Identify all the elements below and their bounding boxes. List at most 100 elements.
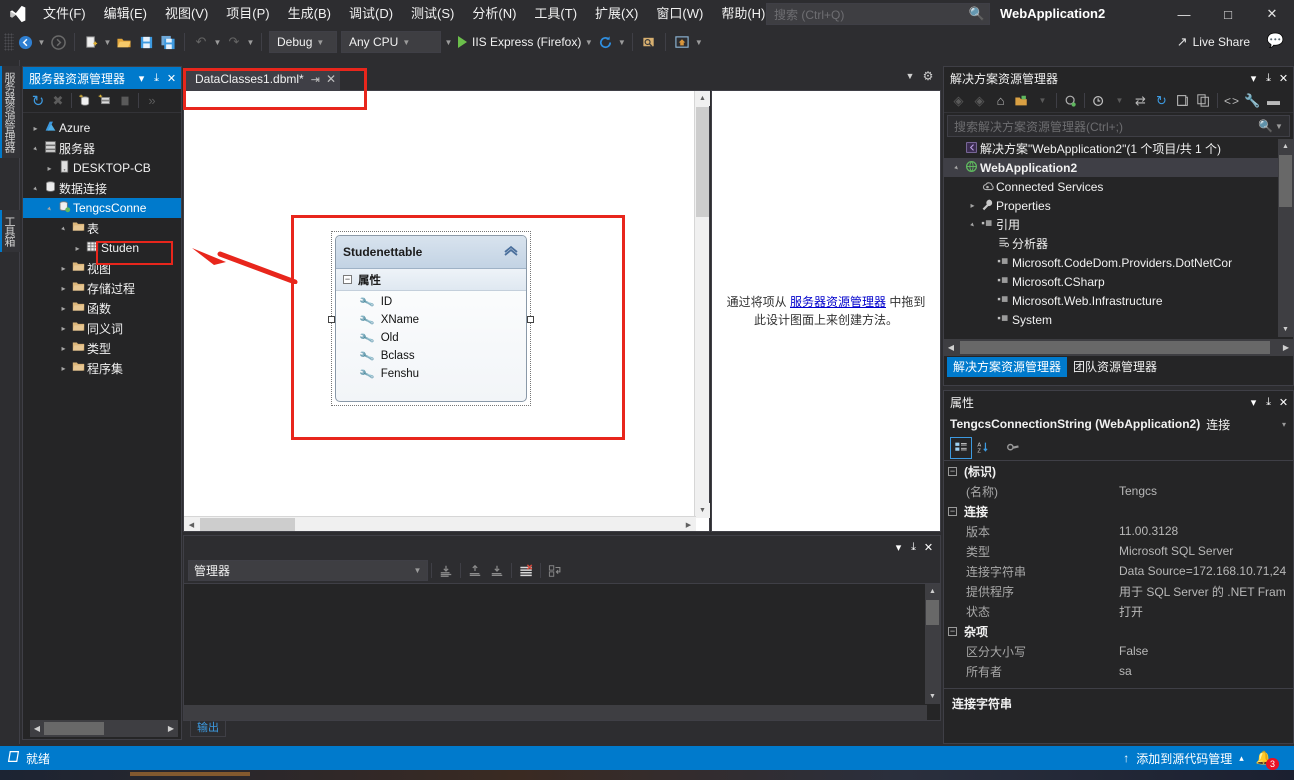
- new-item-caret[interactable]: ▼: [102, 31, 113, 53]
- property-row-1-0[interactable]: 版本11.00.3128: [944, 521, 1293, 541]
- expander-icon[interactable]: ▸: [57, 264, 70, 273]
- expander-icon[interactable]: ▸: [57, 224, 70, 233]
- scroll-up-icon[interactable]: ▲: [925, 584, 940, 599]
- close-icon[interactable]: ✕: [1276, 396, 1291, 409]
- navigate-backward-icon[interactable]: [14, 31, 36, 53]
- entity-property-row-0[interactable]: 🔧ID: [336, 293, 526, 311]
- stop-icon[interactable]: ✖: [48, 91, 68, 111]
- server-explorer-node-6[interactable]: ▸Studen: [23, 238, 181, 258]
- alphabetical-view-icon[interactable]: AZ: [972, 437, 994, 459]
- scroll-down-icon[interactable]: ▼: [1278, 322, 1293, 337]
- preview-selected-items-icon[interactable]: [1060, 90, 1081, 111]
- category-toggle-icon[interactable]: −: [948, 467, 957, 476]
- solution-explorer-hscrollbar[interactable]: ◀ ▶: [944, 339, 1293, 356]
- home-icon[interactable]: [671, 31, 693, 53]
- wrench-icon[interactable]: 🔧: [1242, 90, 1263, 111]
- vertical-tab-server-explorer[interactable]: 服务器资源管理器: [0, 66, 20, 158]
- scroll-left-icon[interactable]: ◀: [30, 724, 44, 733]
- forward-icon[interactable]: ◈: [969, 90, 990, 111]
- dash-icon[interactable]: ▬: [1263, 90, 1284, 111]
- new-item-icon[interactable]: [80, 31, 102, 53]
- expander-icon[interactable]: ▸: [57, 364, 70, 373]
- property-row-2-0[interactable]: 区分大小写False: [944, 641, 1293, 661]
- category-toggle-icon[interactable]: −: [948, 627, 957, 636]
- solution-explorer-search-input[interactable]: 搜索解决方案资源管理器(Ctrl+;) 🔍 ▼: [947, 115, 1290, 137]
- property-pages-icon[interactable]: [1002, 437, 1024, 459]
- redo-icon[interactable]: ↷: [223, 31, 245, 53]
- refresh-icon[interactable]: ↻: [1151, 90, 1172, 111]
- chevron-down-icon[interactable]: ▾: [1246, 72, 1261, 85]
- add-server-icon[interactable]: [95, 91, 115, 111]
- scroll-down-icon[interactable]: ▼: [925, 689, 940, 704]
- property-value[interactable]: 打开: [1119, 603, 1293, 620]
- property-row-1-3[interactable]: 提供程序用于 SQL Server 的 .NET Fram: [944, 581, 1293, 601]
- menu-tools[interactable]: 工具(T): [525, 2, 586, 26]
- undo-caret[interactable]: ▼: [212, 31, 223, 53]
- start-debug-caret[interactable]: ▼: [583, 31, 594, 53]
- server-explorer-node-7[interactable]: ▸视图: [23, 258, 181, 278]
- open-folder-icon[interactable]: [113, 31, 135, 53]
- scroll-thumb-h[interactable]: [960, 341, 1270, 354]
- scroll-thumb[interactable]: [926, 600, 939, 625]
- chevron-down-icon[interactable]: ▼: [901, 71, 919, 81]
- scroll-right-icon[interactable]: ▶: [1279, 343, 1293, 352]
- menu-build[interactable]: 生成(B): [279, 2, 340, 26]
- pin-icon[interactable]: ⇥: [311, 73, 320, 86]
- scroll-left-icon[interactable]: ◀: [944, 343, 958, 352]
- sync-with-active-document-icon[interactable]: ⇄: [1130, 90, 1151, 111]
- chevron-down-icon[interactable]: ▾: [134, 72, 149, 85]
- pin-icon[interactable]: ⤓: [1261, 72, 1276, 85]
- property-row-1-1[interactable]: 类型Microsoft SQL Server: [944, 541, 1293, 561]
- output-text-area[interactable]: ▲ ▼: [184, 584, 940, 720]
- server-explorer-node-12[interactable]: ▸程序集: [23, 358, 181, 378]
- settings-gear-icon[interactable]: ⚙: [919, 69, 937, 83]
- menu-extensions[interactable]: 扩展(X): [586, 2, 647, 26]
- category-toggle-icon[interactable]: −: [948, 507, 957, 516]
- expander-icon[interactable]: ▸: [57, 284, 70, 293]
- output-source-combo[interactable]: 管理器 ▼: [188, 560, 428, 581]
- properties-category-0[interactable]: −(标识): [944, 461, 1293, 481]
- property-value[interactable]: sa: [1119, 664, 1293, 678]
- scroll-right-icon[interactable]: ▶: [164, 724, 178, 733]
- solution-explorer-node-3[interactable]: ▸Properties: [944, 196, 1293, 215]
- property-value[interactable]: 11.00.3128: [1119, 524, 1293, 538]
- delete-icon[interactable]: [115, 91, 135, 111]
- properties-object-selector[interactable]: TengcsConnectionString (WebApplication2)…: [944, 413, 1293, 435]
- next-message-icon[interactable]: [486, 560, 508, 582]
- hint-link-server-explorer[interactable]: 服务器资源管理器: [790, 295, 886, 309]
- start-debug-button[interactable]: IIS Express (Firefox): [454, 31, 583, 53]
- live-share-button[interactable]: ↗ Live Share: [1177, 31, 1250, 53]
- scroll-right-icon[interactable]: ▶: [681, 517, 696, 532]
- scroll-down-icon[interactable]: ▼: [695, 503, 710, 518]
- scroll-up-icon[interactable]: ▲: [1278, 139, 1293, 154]
- chevron-down-icon-2[interactable]: ▾: [1277, 420, 1291, 429]
- properties-window-icon[interactable]: [1172, 90, 1193, 111]
- entity-section-properties[interactable]: − 属性: [336, 269, 526, 291]
- resize-handle-left[interactable]: [328, 316, 335, 323]
- close-icon[interactable]: ✕: [1250, 0, 1294, 28]
- properties-category-2[interactable]: −杂项: [944, 621, 1293, 641]
- output-hscrollbar[interactable]: [184, 705, 927, 720]
- server-explorer-node-10[interactable]: ▸同义词: [23, 318, 181, 338]
- previous-message-icon[interactable]: [464, 560, 486, 582]
- close-icon[interactable]: ✕: [1276, 72, 1291, 85]
- designer-vscrollbar[interactable]: ▲ ▼: [694, 91, 709, 518]
- menu-test[interactable]: 测试(S): [402, 2, 463, 26]
- redo-caret[interactable]: ▼: [245, 31, 256, 53]
- menu-debug[interactable]: 调试(D): [340, 2, 402, 26]
- maximize-icon[interactable]: □: [1206, 0, 1250, 28]
- pin-icon[interactable]: ⤓: [906, 541, 921, 554]
- solution-explorer-node-1[interactable]: ▸WebApplication2: [944, 158, 1293, 177]
- document-tab-dataclasses[interactable]: DataClasses1.dbml* ⇥ ✕: [186, 68, 340, 90]
- toolbar-grip[interactable]: [4, 33, 14, 51]
- collapse-all-icon[interactable]: [1088, 90, 1109, 111]
- expander-icon[interactable]: ▸: [43, 164, 56, 173]
- tab-solution-explorer[interactable]: 解决方案资源管理器: [947, 357, 1067, 377]
- navigate-backward-caret[interactable]: ▼: [36, 31, 47, 53]
- undo-icon[interactable]: ↶: [190, 31, 212, 53]
- chevron-down-icon-3[interactable]: ▼: [1109, 90, 1130, 111]
- server-explorer-node-5[interactable]: ▸表: [23, 218, 181, 238]
- entity-property-row-3[interactable]: 🔧Bclass: [336, 347, 526, 365]
- expander-icon[interactable]: ▸: [71, 244, 84, 253]
- menu-analyze[interactable]: 分析(N): [463, 2, 525, 26]
